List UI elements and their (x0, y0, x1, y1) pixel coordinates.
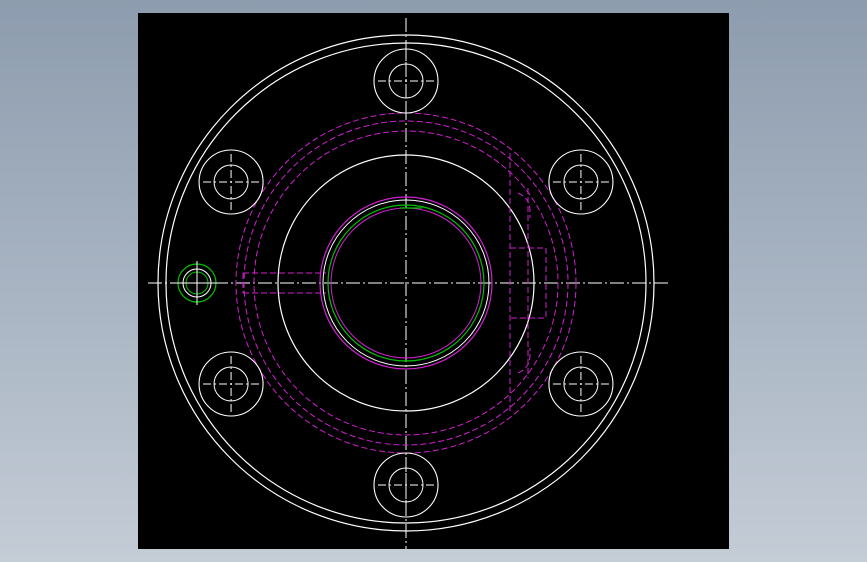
bolt-hole (198, 149, 264, 215)
side-pin-hole (174, 261, 220, 305)
cad-viewport[interactable] (138, 13, 729, 549)
bolt-hole (198, 351, 264, 417)
flange-drawing (148, 18, 668, 549)
bolt-hole (548, 351, 614, 417)
bolt-hole (373, 452, 439, 518)
bolt-hole (373, 48, 439, 114)
bolt-hole (548, 149, 614, 215)
